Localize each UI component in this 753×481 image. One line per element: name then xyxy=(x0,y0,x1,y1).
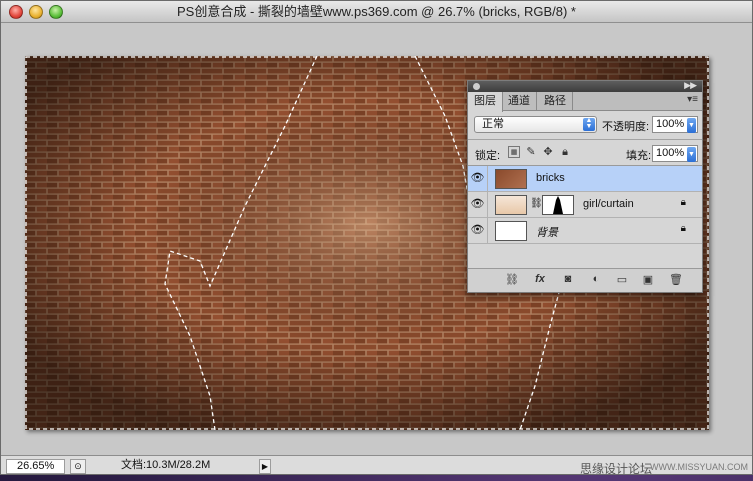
mask-shape xyxy=(553,196,563,214)
zoom-field[interactable]: 26.65% xyxy=(6,459,65,474)
tab-channels[interactable]: 通道 xyxy=(502,92,537,111)
visibility-eye-icon[interactable]: 👁︎ xyxy=(468,166,488,191)
canvas-area[interactable]: ▶▶ 图层 通道 路径 ▾≡ 正常 ▲ ▼ 不透明度: 100% ▼ 锁定: ▦… xyxy=(1,24,752,455)
visibility-eye-icon[interactable]: 👁︎ xyxy=(468,192,488,217)
chevron-updown-icon: ▲ ▼ xyxy=(583,117,595,131)
fill-label: 填充: xyxy=(626,150,652,162)
lock-icon: 🔒︎ xyxy=(680,197,686,208)
layers-panel[interactable]: ▶▶ 图层 通道 路径 ▾≡ 正常 ▲ ▼ 不透明度: 100% ▼ 锁定: ▦… xyxy=(467,80,703,293)
fill-value: 100% xyxy=(656,147,685,159)
opacity-field[interactable]: 100% ▼ xyxy=(652,116,698,133)
blend-row: 正常 ▲ ▼ 不透明度: 100% ▼ xyxy=(474,116,698,134)
minimize-window-button[interactable] xyxy=(29,5,43,19)
panel-tabs: 图层 通道 路径 ▾≡ xyxy=(468,92,702,112)
fill-field[interactable]: 100% ▼ xyxy=(652,145,698,162)
layer-thumbnail xyxy=(495,221,527,241)
window-titlebar[interactable]: PS创意合成 - 撕裂的墙壁www.ps369.com @ 26.7% (bri… xyxy=(1,1,752,23)
layers-list: 👁︎ bricks 👁︎ ⛓ girl/curtain 🔒︎ 👁︎ 背景 🔒︎ xyxy=(468,165,702,267)
lock-transparency-icon[interactable]: ▦ xyxy=(508,146,520,158)
photoshop-document-window: PS创意合成 - 撕裂的墙壁www.ps369.com @ 26.7% (bri… xyxy=(0,0,753,475)
collapse-icon[interactable]: ▶▶ xyxy=(684,80,697,91)
chevron-down-icon[interactable]: ▼ xyxy=(687,118,696,133)
lock-label: 锁定: xyxy=(475,150,501,162)
blend-mode-value: 正常 xyxy=(482,118,504,130)
close-window-button[interactable] xyxy=(9,5,23,19)
panel-menu-icon[interactable]: ▾≡ xyxy=(687,94,698,105)
panel-close-icon[interactable] xyxy=(473,83,480,90)
trash-icon[interactable]: 🗑︎ xyxy=(668,273,684,286)
lock-all-icon[interactable]: 🔒︎ xyxy=(559,146,571,158)
layer-row-girl-curtain[interactable]: 👁︎ ⛓ girl/curtain 🔒︎ xyxy=(468,192,702,218)
chevron-down-icon[interactable]: ▼ xyxy=(687,147,696,162)
panel-header[interactable]: ▶▶ xyxy=(468,80,702,92)
layer-name[interactable]: 背景 xyxy=(536,224,558,240)
opacity-value: 100% xyxy=(656,118,685,130)
layer-mask-thumbnail[interactable] xyxy=(542,195,574,215)
adjustment-icon[interactable]: ◐ xyxy=(588,273,604,285)
visibility-eye-icon[interactable]: 👁︎ xyxy=(468,218,488,243)
tab-layers[interactable]: 图层 xyxy=(468,92,503,112)
fx-icon[interactable]: fx xyxy=(532,273,548,285)
mask-icon[interactable]: ◙ xyxy=(560,273,576,285)
status-bar: 26.65% ⊙ 文档:10.3M/28.2M ▶ 思缘设计论坛 WWW.MIS… xyxy=(1,455,752,475)
status-menu-arrow-icon[interactable]: ▶ xyxy=(259,459,271,474)
tab-paths[interactable]: 路径 xyxy=(538,92,573,111)
group-icon[interactable]: ▭ xyxy=(614,273,630,286)
watermark-text: 思缘设计论坛 xyxy=(579,462,652,475)
opacity-label: 不透明度: xyxy=(602,121,650,133)
layer-thumbnail xyxy=(495,169,527,189)
link-icon[interactable]: ⛓ xyxy=(504,273,520,286)
watermark-url: WWW.MISSYUAN.COM xyxy=(650,462,748,472)
layer-name[interactable]: bricks xyxy=(536,172,565,184)
layer-row-bricks[interactable]: 👁︎ bricks xyxy=(468,166,702,192)
status-options-icon[interactable]: ⊙ xyxy=(70,459,86,474)
lock-row: 锁定: ▦ ✎ ✥ 🔒︎ 填充: 100% ▼ xyxy=(474,144,698,162)
zoom-window-button[interactable] xyxy=(49,5,63,19)
lock-pixels-icon[interactable]: ✎ xyxy=(525,146,537,158)
blend-mode-select[interactable]: 正常 ▲ ▼ xyxy=(474,116,597,133)
panel-footer: ⛓ fx ◙ ◐ ▭ ▣ 🗑︎ xyxy=(468,268,702,292)
layer-thumbnail xyxy=(495,195,527,215)
lock-position-icon[interactable]: ✥ xyxy=(542,146,554,158)
link-chain-icon[interactable]: ⛓ xyxy=(530,198,543,209)
layer-row-background[interactable]: 👁︎ 背景 🔒︎ xyxy=(468,218,702,244)
new-layer-icon[interactable]: ▣ xyxy=(640,273,656,286)
window-title: PS创意合成 - 撕裂的墙壁www.ps369.com @ 26.7% (bri… xyxy=(177,4,576,19)
lock-icon: 🔒︎ xyxy=(680,223,686,234)
layer-name[interactable]: girl/curtain xyxy=(583,198,634,210)
document-size-info: 文档:10.3M/28.2M xyxy=(121,459,211,471)
divider xyxy=(468,139,702,140)
